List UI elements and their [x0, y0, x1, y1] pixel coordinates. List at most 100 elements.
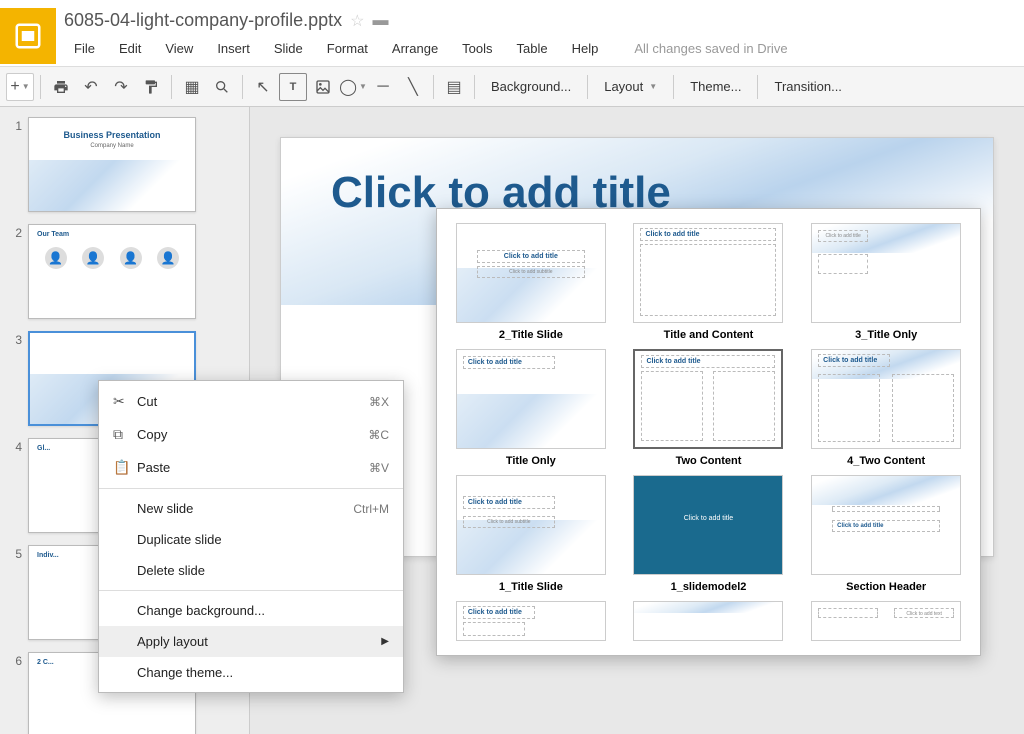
star-icon[interactable]: ☆: [350, 11, 364, 31]
menu-file[interactable]: File: [64, 37, 105, 60]
line-tool[interactable]: ─: [369, 73, 397, 101]
layout-option[interactable]: Click to add title 4_Two Content: [806, 349, 966, 467]
chevron-down-icon: ▼: [649, 82, 657, 91]
text-box-tool[interactable]: T: [279, 73, 307, 101]
slide-thumb-1[interactable]: Business Presentation Company Name: [28, 117, 196, 212]
layout-thumb[interactable]: Click to add title: [456, 349, 606, 449]
layout-thumb[interactable]: Click to add title: [811, 475, 961, 575]
layout-option[interactable]: Click to add title Two Content: [629, 349, 789, 467]
layout-thumb[interactable]: Click to add title: [811, 223, 961, 323]
select-tool[interactable]: ↖: [249, 73, 277, 101]
ctx-paste[interactable]: 📋 Paste ⌘V: [99, 451, 403, 484]
layout-name: Two Content: [629, 455, 789, 467]
content-box: Click to add text: [894, 608, 954, 618]
wave-decoration: [634, 602, 782, 613]
undo-button[interactable]: ↶: [77, 73, 105, 101]
ctx-change-background[interactable]: Change background...: [99, 595, 403, 626]
slide-number: 4: [6, 438, 22, 533]
layout-option[interactable]: Click to add title Section Header: [806, 475, 966, 593]
separator: [171, 75, 172, 99]
ctx-shortcut: ⌘C: [368, 428, 389, 442]
ctx-label: Apply layout: [137, 634, 381, 649]
menu-slide[interactable]: Slide: [264, 37, 313, 60]
menu-help[interactable]: Help: [562, 37, 609, 60]
wave-decoration: [812, 476, 960, 505]
layout-thumb[interactable]: Click to add title: [633, 349, 783, 449]
layout-name: Section Header: [806, 581, 966, 593]
slide-row: 2 Our Team 👤 👤 👤 👤: [6, 224, 243, 319]
ctx-apply-layout[interactable]: Apply layout ▶: [99, 626, 403, 657]
menu-edit[interactable]: Edit: [109, 37, 151, 60]
layout-option[interactable]: Click to add title Title Only: [451, 349, 611, 467]
image-tool[interactable]: [309, 73, 337, 101]
ctx-new-slide[interactable]: New slide Ctrl+M: [99, 493, 403, 524]
subtitle-box: Click to add subtitle: [463, 516, 555, 528]
ctx-cut[interactable]: ✂ Cut ⌘X: [99, 385, 403, 418]
layout-name: 2_Title Slide: [451, 329, 611, 341]
zoom-button[interactable]: [208, 73, 236, 101]
background-button[interactable]: Background...: [481, 73, 581, 101]
menu-insert[interactable]: Insert: [207, 37, 260, 60]
ctx-duplicate-slide[interactable]: Duplicate slide: [99, 524, 403, 555]
menu-view[interactable]: View: [155, 37, 203, 60]
layout-thumb[interactable]: Click to add title: [633, 223, 783, 323]
separator: [99, 488, 403, 489]
theme-button[interactable]: Theme...: [680, 73, 751, 101]
avatars: 👤 👤 👤 👤: [29, 247, 195, 269]
layout-thumb[interactable]: [633, 601, 783, 641]
layout-button[interactable]: Layout ▼: [594, 73, 667, 101]
layout-name: 1_Title Slide: [451, 581, 611, 593]
ctx-delete-slide[interactable]: Delete slide: [99, 555, 403, 586]
title-box: Click to add title: [641, 355, 775, 368]
new-slide-button[interactable]: +▼: [6, 73, 34, 101]
paint-format-button[interactable]: [137, 73, 165, 101]
layout-option[interactable]: Click to add title Click to add subtitle…: [451, 223, 611, 341]
ctx-label: Duplicate slide: [137, 532, 389, 547]
layout-thumb[interactable]: Click to add title: [456, 601, 606, 641]
layout-thumb[interactable]: Click to add title: [633, 475, 783, 575]
ctx-label: Paste: [137, 460, 369, 475]
separator: [433, 75, 434, 99]
ctx-shortcut: ⌘V: [369, 461, 389, 475]
menu-arrange[interactable]: Arrange: [382, 37, 448, 60]
slide-number: 6: [6, 652, 22, 734]
layout-option[interactable]: Click to add title 1_slidemodel2: [629, 475, 789, 593]
layout-label: Layout: [604, 79, 643, 94]
arrow-tool[interactable]: ╲: [399, 73, 427, 101]
layout-thumb[interactable]: Click to add title: [811, 349, 961, 449]
shape-tool[interactable]: ◯▼: [339, 73, 367, 101]
print-button[interactable]: [47, 73, 75, 101]
folder-icon[interactable]: ▬: [373, 12, 389, 30]
layout-thumb[interactable]: Click to add title Click to add subtitle: [456, 223, 606, 323]
layout-option[interactable]: [629, 601, 789, 641]
layout-option[interactable]: Click to add title 3_Title Only: [806, 223, 966, 341]
ctx-copy[interactable]: ⧉ Copy ⌘C: [99, 418, 403, 451]
title-box: Click to add title: [818, 230, 868, 242]
ctx-change-theme[interactable]: Change theme...: [99, 657, 403, 688]
menu-tools[interactable]: Tools: [452, 37, 502, 60]
zoom-fit-button[interactable]: ▦: [178, 73, 206, 101]
title-box: Click to add title: [818, 354, 890, 367]
ctx-shortcut: ⌘X: [369, 395, 389, 409]
layout-option[interactable]: Click to add title Title and Content: [629, 223, 789, 341]
layout-option[interactable]: Click to add title Click to add subtitle…: [451, 475, 611, 593]
layout-thumb[interactable]: Click to add title Click to add subtitle: [456, 475, 606, 575]
image-icon: [315, 79, 331, 95]
app-logo[interactable]: [0, 8, 56, 64]
separator: [40, 75, 41, 99]
avatar-icon: 👤: [45, 247, 67, 269]
layout-thumb[interactable]: Click to add text: [811, 601, 961, 641]
copy-icon: ⧉: [113, 426, 137, 443]
content-box: [818, 608, 878, 618]
comment-button[interactable]: ▤: [440, 73, 468, 101]
layout-option[interactable]: Click to add text: [806, 601, 966, 641]
redo-button[interactable]: ↷: [107, 73, 135, 101]
layout-option[interactable]: Click to add title: [451, 601, 611, 641]
slide-thumb-2[interactable]: Our Team 👤 👤 👤 👤: [28, 224, 196, 319]
content-box: [818, 374, 880, 442]
menu-table[interactable]: Table: [507, 37, 558, 60]
transition-button[interactable]: Transition...: [764, 73, 851, 101]
title-box: Click to add title: [640, 228, 776, 241]
menu-format[interactable]: Format: [317, 37, 378, 60]
document-title[interactable]: 6085-04-light-company-profile.pptx: [64, 10, 342, 31]
